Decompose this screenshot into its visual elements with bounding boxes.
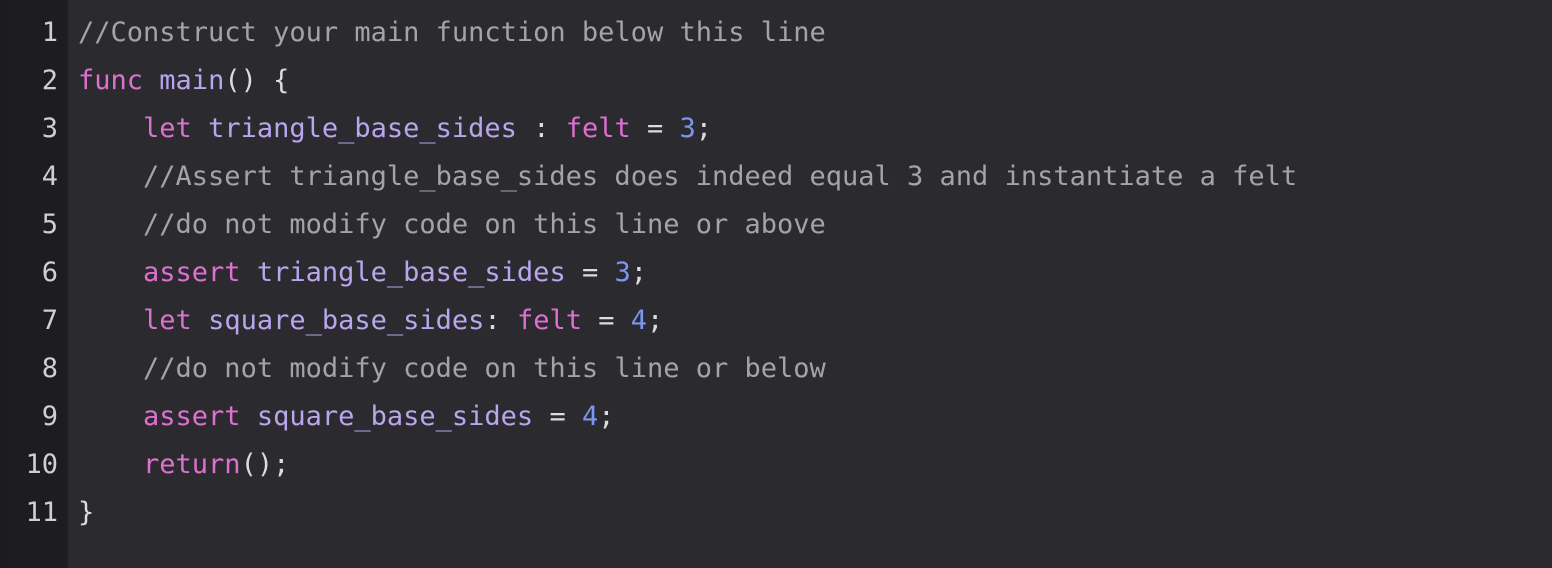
code-line[interactable]: 2 func main() { xyxy=(0,57,1552,105)
line-text[interactable]: //Assert triangle_base_sides does indeed… xyxy=(78,153,1297,201)
code-token-punct: ; xyxy=(695,113,713,144)
code-line[interactable]: 10 return(); xyxy=(0,441,1552,489)
code-token-punct xyxy=(241,401,257,432)
code-token-kw: return xyxy=(143,449,241,480)
code-line[interactable]: 1 //Construct your main function below th… xyxy=(0,9,1552,57)
line-text[interactable]: let triangle_base_sides : felt = 3; xyxy=(78,105,712,153)
code-token-punct: ; xyxy=(630,257,648,288)
code-token-punct xyxy=(78,401,143,432)
code-line[interactable]: 9 assert square_base_sides = 4; xyxy=(0,393,1552,441)
code-token-punct xyxy=(78,305,143,336)
code-token-ident: triangle_base_sides xyxy=(208,113,517,144)
line-number: 11 xyxy=(25,497,58,528)
line-text[interactable]: return(); xyxy=(78,441,289,489)
code-token-comment: //do not modify code on this line or bel… xyxy=(143,353,826,384)
line-text[interactable]: func main() { xyxy=(78,57,289,105)
code-token-num: 3 xyxy=(614,257,631,288)
line-text[interactable]: //Construct your main function below thi… xyxy=(78,9,826,57)
code-token-num: 3 xyxy=(679,113,696,144)
code-token-punct: = xyxy=(581,305,631,336)
code-token-punct: : xyxy=(516,113,566,144)
line-text[interactable]: let square_base_sides: felt = 4; xyxy=(78,297,663,345)
code-token-num: 4 xyxy=(581,401,599,432)
line-text[interactable]: //do not modify code on this line or bel… xyxy=(78,345,826,393)
code-token-comment: //do not modify code on this line or abo… xyxy=(143,209,826,240)
line-text[interactable]: assert triangle_base_sides = 3; xyxy=(78,249,647,297)
code-token-kw: assert xyxy=(143,257,241,288)
code-token-ident: square_base_sides xyxy=(256,401,534,432)
code-token-punct: = xyxy=(565,257,615,288)
line-number: 7 xyxy=(41,305,58,336)
code-editor[interactable]: 1 //Construct your main function below th… xyxy=(0,0,1552,568)
code-token-punct: ; xyxy=(647,305,664,336)
line-number: 6 xyxy=(41,257,58,288)
code-token-punct: = xyxy=(533,401,582,432)
code-token-punct xyxy=(78,353,143,384)
code-area[interactable]: 1 //Construct your main function below th… xyxy=(0,9,1552,537)
code-token-punct xyxy=(143,65,159,96)
code-token-punct xyxy=(241,257,257,288)
code-token-punct: () { xyxy=(224,65,290,96)
line-number: 4 xyxy=(41,161,58,192)
code-token-comment: //Assert triangle_base_sides does indeed… xyxy=(143,161,1298,192)
code-line[interactable]: 7 let square_base_sides: felt = 4; xyxy=(0,297,1552,345)
code-line[interactable]: 11} xyxy=(0,489,1552,537)
code-token-kw: func xyxy=(78,65,144,96)
code-token-kw: felt xyxy=(516,305,582,336)
code-line[interactable]: 5 //do not modify code on this line or a… xyxy=(0,201,1552,249)
code-token-punct: ; xyxy=(598,401,615,432)
code-token-kw: assert xyxy=(143,401,241,432)
code-token-kw: felt xyxy=(565,113,631,144)
code-token-punct xyxy=(192,113,208,144)
line-number: 5 xyxy=(41,209,58,240)
line-number: 8 xyxy=(41,353,58,384)
code-token-punct xyxy=(78,449,143,480)
code-token-ident: triangle_base_sides xyxy=(256,257,566,288)
line-text[interactable]: //do not modify code on this line or abo… xyxy=(78,201,826,249)
code-line[interactable]: 3 let triangle_base_sides : felt = 3; xyxy=(0,105,1552,153)
code-line[interactable]: 8 //do not modify code on this line or b… xyxy=(0,345,1552,393)
code-token-comment: //Construct your main function below thi… xyxy=(78,17,826,48)
code-token-punct: } xyxy=(78,497,95,528)
code-token-kw: let xyxy=(143,305,192,336)
code-token-punct: : xyxy=(484,305,517,336)
code-token-punct: (); xyxy=(240,449,290,480)
code-token-punct xyxy=(78,113,143,144)
code-token-punct xyxy=(78,161,143,192)
line-number: 9 xyxy=(41,401,58,432)
line-number: 10 xyxy=(25,449,58,480)
code-line[interactable]: 4 //Assert triangle_base_sides does inde… xyxy=(0,153,1552,201)
code-token-punct xyxy=(78,209,143,240)
code-token-kw: let xyxy=(143,113,192,144)
code-token-punct xyxy=(192,305,208,336)
code-token-punct xyxy=(78,257,143,288)
code-token-ident: square_base_sides xyxy=(208,305,485,336)
code-token-ident: main xyxy=(159,65,225,96)
line-text[interactable]: assert square_base_sides = 4; xyxy=(78,393,615,441)
code-token-punct: = xyxy=(630,113,680,144)
line-text[interactable]: } xyxy=(78,489,94,537)
code-token-num: 4 xyxy=(630,305,648,336)
code-line[interactable]: 6 assert triangle_base_sides = 3; xyxy=(0,249,1552,297)
line-number: 2 xyxy=(41,65,58,96)
line-number: 3 xyxy=(41,113,58,144)
line-number: 1 xyxy=(41,17,58,48)
